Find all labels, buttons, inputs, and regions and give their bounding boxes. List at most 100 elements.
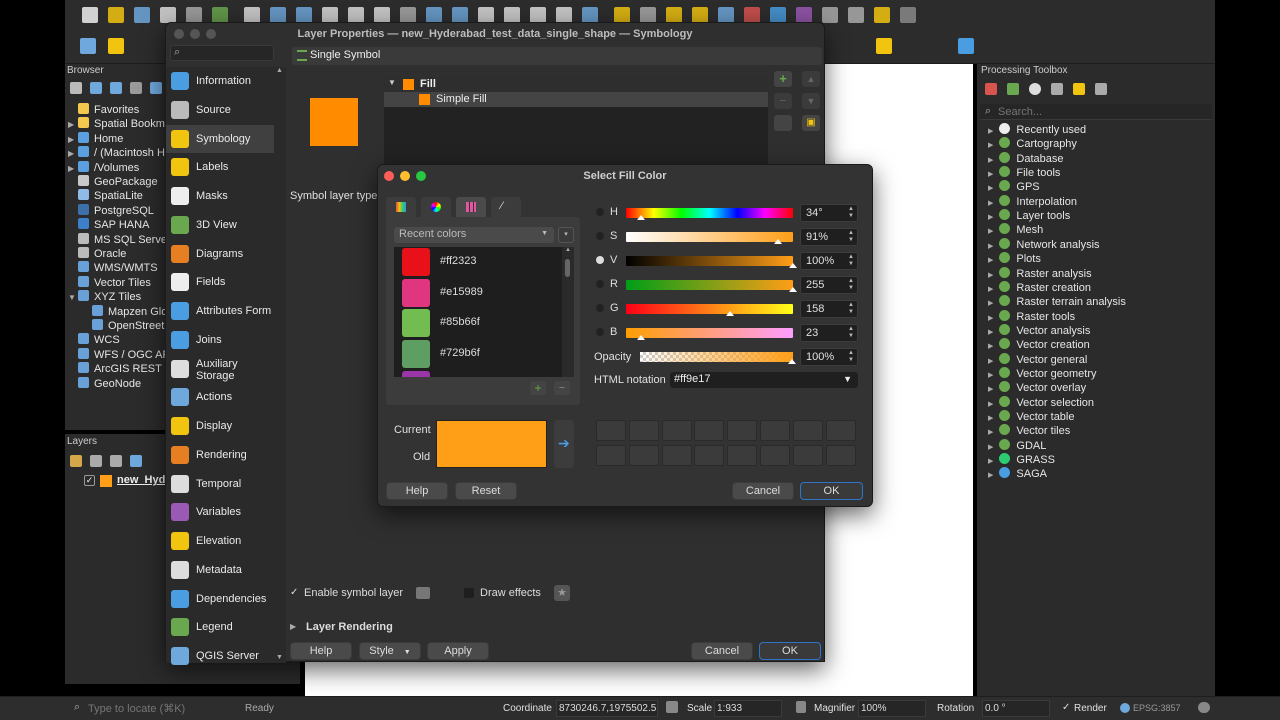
nav-item-auxiliary-storage[interactable]: Auxiliary Storage xyxy=(166,355,274,383)
cancel-button[interactable]: Cancel xyxy=(732,482,794,500)
custom-color-slot[interactable] xyxy=(727,420,758,441)
chevron-icon[interactable]: ▼ xyxy=(68,291,78,305)
tips-icon[interactable] xyxy=(874,7,890,23)
custom-color-slot[interactable] xyxy=(596,420,626,441)
chevron-icon[interactable]: ▶ xyxy=(68,147,78,161)
browser-item[interactable]: ▶ / (Macintosh H xyxy=(68,146,165,160)
chevron-right-icon[interactable]: ▶ xyxy=(988,243,993,250)
pan-selection-icon[interactable] xyxy=(270,7,286,23)
zoom-in-icon[interactable] xyxy=(296,7,312,23)
globe-icon[interactable] xyxy=(1120,703,1130,713)
browser-item[interactable]: SpatiaLite xyxy=(68,189,143,203)
chevron-right-icon[interactable]: ▶ xyxy=(988,429,993,436)
cancel-button[interactable]: Cancel xyxy=(691,642,753,660)
history-icon[interactable] xyxy=(1029,83,1041,95)
chevron-right-icon[interactable]: ▶ xyxy=(988,372,993,379)
zoom-full-icon[interactable] xyxy=(348,7,364,23)
new-3d-view-icon[interactable] xyxy=(530,7,546,23)
browser-item[interactable]: Mapzen Glo xyxy=(82,304,167,319)
custom-color-slot[interactable] xyxy=(760,420,790,441)
channel-radio[interactable] xyxy=(596,256,604,264)
ok-button[interactable]: OK xyxy=(800,482,863,500)
pan-icon[interactable] xyxy=(244,7,260,23)
slider-handle[interactable] xyxy=(725,311,734,316)
spinner-icon[interactable]: ▲ ▼ xyxy=(848,206,854,220)
remove-color-button[interactable]: − xyxy=(554,381,570,395)
chevron-right-icon[interactable]: ▶ xyxy=(988,200,993,207)
sum-icon[interactable] xyxy=(796,7,812,23)
info-icon[interactable] xyxy=(150,82,162,94)
chevron-down-icon[interactable]: ▼ xyxy=(843,374,852,384)
custom-color-slot[interactable] xyxy=(661,420,692,441)
layer-row[interactable]: ✓ new_Hyd xyxy=(68,474,168,488)
magnifier-field[interactable]: 100% xyxy=(858,700,926,717)
chevron-right-icon[interactable]: ▶ xyxy=(988,272,993,279)
processing-item[interactable]: ▶ Vector analysis xyxy=(988,323,1090,338)
chevron-right-icon[interactable]: ▶ xyxy=(988,157,993,164)
processing-item[interactable]: ▶ File tools xyxy=(988,166,1060,180)
spinner-icon[interactable]: ▲ ▼ xyxy=(848,326,854,340)
nav-item-temporal[interactable]: Temporal xyxy=(166,470,274,498)
coordinate-field[interactable]: 8730246.7,1975502.5 xyxy=(556,700,658,717)
reset-button[interactable]: Reset xyxy=(455,482,517,500)
zoom-last-icon[interactable] xyxy=(452,7,468,23)
add-icon[interactable] xyxy=(70,82,82,94)
browser-item[interactable]: PostgreSQL xyxy=(68,203,154,218)
results-icon[interactable] xyxy=(1051,83,1063,95)
slider-handle[interactable] xyxy=(789,287,797,292)
close-icon[interactable] xyxy=(174,29,184,39)
channel-spinbox[interactable]: 91% ▲ ▼ xyxy=(800,228,858,246)
browser-item[interactable]: OpenStreet xyxy=(82,319,164,333)
processing-item[interactable]: ▶ Mesh xyxy=(988,223,1043,237)
processing-item[interactable]: ▶ Raster terrain analysis xyxy=(988,295,1126,309)
refresh-icon[interactable] xyxy=(90,82,102,94)
zoom-native-icon[interactable] xyxy=(426,7,442,23)
processing-item[interactable]: ▶ GDAL xyxy=(988,438,1046,453)
processing-search-input[interactable] xyxy=(998,104,1198,120)
chevron-right-icon[interactable]: ▶ xyxy=(988,444,993,451)
chevron-right-icon[interactable]: ▶ xyxy=(290,622,296,631)
digitize-icon[interactable] xyxy=(80,38,96,54)
tree-row-fill[interactable]: ▼ Fill xyxy=(384,77,768,92)
duplicate-layer-button[interactable] xyxy=(774,115,792,131)
chevron-icon[interactable]: ▶ xyxy=(68,133,78,147)
channel-radio[interactable] xyxy=(596,208,604,216)
processing-item[interactable]: ▶ Database xyxy=(988,151,1063,166)
processing-item[interactable]: ▶ Raster creation xyxy=(988,280,1091,295)
nav-item-attributes-form[interactable]: Attributes Form xyxy=(166,297,274,325)
layer-rendering-section[interactable]: ▶ Layer Rendering xyxy=(290,621,490,635)
chevron-icon[interactable]: ▶ xyxy=(68,118,78,132)
eye-icon[interactable] xyxy=(110,455,122,467)
processing-item[interactable]: ▶ Vector creation xyxy=(988,338,1090,352)
help-button[interactable]: Help xyxy=(290,642,352,660)
filter-icon[interactable] xyxy=(110,82,122,94)
processing-item[interactable]: ▶ Vector overlay xyxy=(988,381,1086,395)
channel-radio[interactable] xyxy=(596,304,604,312)
channel-slider[interactable] xyxy=(626,208,793,218)
processing-item[interactable]: ▶ Layer tools xyxy=(988,209,1070,223)
mouse-cursor-icon[interactable] xyxy=(666,701,678,713)
draw-effects-checkbox[interactable] xyxy=(464,588,474,598)
zoom-layer-icon[interactable] xyxy=(400,7,416,23)
identify-icon[interactable] xyxy=(614,7,630,23)
chevron-right-icon[interactable]: ▶ xyxy=(988,171,993,178)
channel-slider[interactable] xyxy=(626,328,793,338)
layer-checkbox[interactable]: ✓ xyxy=(84,475,95,486)
nav-item-3d-view[interactable]: 3D View xyxy=(166,211,274,239)
chevron-right-icon[interactable]: ▶ xyxy=(988,214,993,221)
spinner-icon[interactable]: ▲ ▼ xyxy=(848,230,854,244)
custom-color-slot[interactable] xyxy=(694,420,725,441)
chevron-right-icon[interactable]: ▶ xyxy=(988,415,993,422)
channel-slider[interactable] xyxy=(626,232,793,242)
chevron-right-icon[interactable]: ▶ xyxy=(988,386,993,393)
opacity-handle[interactable] xyxy=(788,359,796,364)
channel-slider[interactable] xyxy=(626,280,793,290)
select-icon[interactable] xyxy=(640,7,656,23)
custom-color-slot[interactable] xyxy=(661,445,692,466)
processing-item[interactable]: ▶ Interpolation xyxy=(988,194,1077,209)
nav-item-diagrams[interactable]: Diagrams xyxy=(166,240,274,268)
chevron-right-icon[interactable]: ▶ xyxy=(988,315,993,322)
nav-item-joins[interactable]: Joins xyxy=(166,326,274,354)
nav-item-actions[interactable]: Actions xyxy=(166,383,274,411)
nav-item-display[interactable]: Display xyxy=(166,412,274,440)
